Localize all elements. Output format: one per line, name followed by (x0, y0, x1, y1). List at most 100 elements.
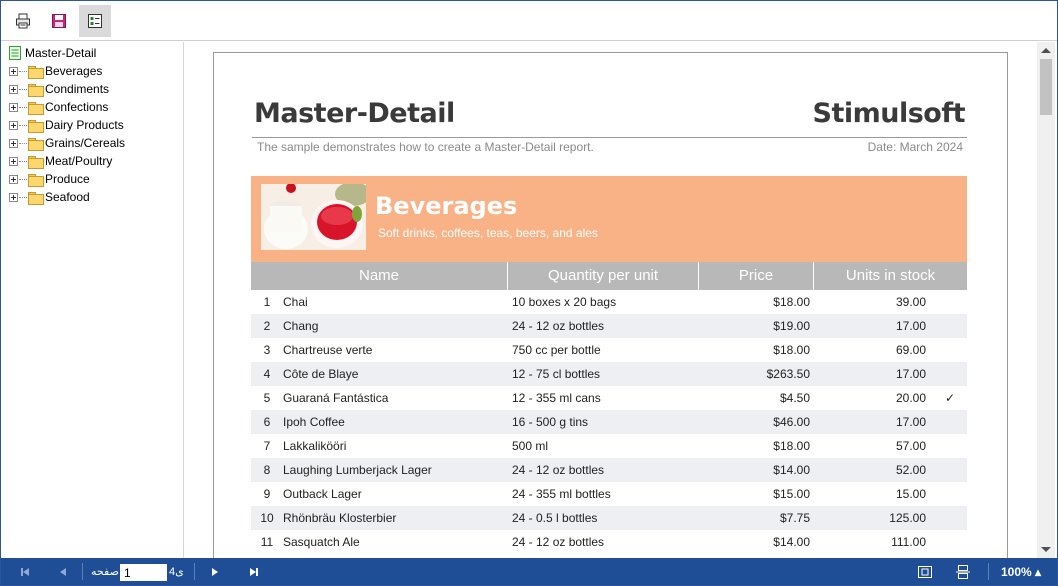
tree-item[interactable]: Dairy Products (9, 117, 124, 133)
units-in-stock: 69.00 (895, 343, 926, 357)
folder-icon (28, 137, 44, 151)
tree-item-label: Grains/Cereals (45, 136, 126, 150)
report-page: Master-Detail Stimulsoft The sample demo… (213, 52, 1008, 558)
row-number: 11 (260, 535, 274, 549)
product-name: Chang (283, 319, 319, 333)
page-label: صفحه (91, 566, 119, 578)
tree-item[interactable]: Meat/Poultry (9, 153, 112, 169)
product-name: Côte de Blaye (283, 367, 359, 381)
product-name: Laughing Lumberjack Lager (283, 463, 432, 477)
separator (82, 563, 83, 580)
scroll-up-icon[interactable] (1041, 48, 1051, 53)
tree-item-label: Condiments (45, 82, 110, 96)
category-header: Beverages Soft drinks, coffees, teas, be… (251, 176, 967, 262)
table-row: 3 Chartreuse verte 750 cc per bottle $18.00… (251, 338, 967, 362)
header-divider (252, 137, 967, 138)
table-row: 6 Ipoh Coffee 16 - 500 g tins $46.00 17.00 (251, 410, 967, 434)
report-subtitle: The sample demonstrates how to create a … (257, 140, 594, 154)
units-in-stock: 15.00 (895, 487, 926, 501)
tree-item[interactable]: Condiments (9, 81, 109, 97)
vertical-scrollbar[interactable] (1037, 42, 1055, 558)
first-page-button[interactable] (13, 558, 37, 585)
product-name: Chartreuse verte (283, 343, 373, 357)
row-number: 8 (263, 463, 271, 477)
single-page-icon (918, 565, 932, 578)
expand-icon[interactable] (9, 84, 18, 94)
page-number-input[interactable] (120, 564, 167, 581)
units-in-stock: 17.00 (895, 319, 926, 333)
units-in-stock: 39.00 (895, 295, 926, 309)
expand-icon[interactable] (9, 102, 18, 112)
report-viewport: Master-Detail Stimulsoft The sample demo… (185, 42, 1037, 558)
expand-icon[interactable] (9, 156, 18, 166)
tree-item[interactable]: Beverages (9, 63, 102, 79)
table-header: Name Quantity per unit Price Units in st… (251, 262, 967, 290)
category-image (261, 184, 366, 250)
row-number: 5 (263, 391, 271, 405)
expand-icon[interactable] (9, 192, 18, 202)
folder-icon (28, 191, 44, 205)
column-header-stock: Units in stock (845, 267, 936, 284)
quantity-per-unit: 12 - 355 ml cans (512, 391, 601, 405)
tree-item[interactable]: Grains/Cereals (9, 135, 125, 151)
tree-item-label: Dairy Products (45, 118, 124, 132)
row-number: 10 (260, 511, 274, 525)
unit-price: $7.75 (779, 511, 810, 525)
folder-icon (28, 173, 44, 187)
next-page-button[interactable] (203, 558, 227, 585)
zoom-dropdown[interactable]: 100% ▴ (1001, 565, 1041, 579)
product-name: Guaraná Fantástica (283, 391, 389, 405)
column-header-quantity: Quantity per unit (508, 262, 699, 290)
quantity-per-unit: 24 - 12 oz bottles (512, 319, 605, 333)
parameters-button[interactable] (79, 5, 111, 37)
last-page-icon (250, 567, 258, 576)
tree-connector (19, 70, 27, 72)
table-row: 7 Lakkalikööri 500 ml $18.00 57.00 (251, 434, 967, 458)
column-header-name: Name (251, 262, 508, 290)
row-number: 2 (263, 319, 271, 333)
tree-root[interactable]: Master-Detail (9, 45, 96, 61)
unit-price: $46.00 (773, 415, 810, 429)
print-button[interactable] (7, 5, 39, 37)
last-page-button[interactable] (242, 558, 266, 585)
first-page-icon (21, 567, 29, 576)
expand-icon[interactable] (9, 174, 18, 184)
tree-item[interactable]: Seafood (9, 189, 90, 205)
toolbar (1, 1, 1057, 41)
report-title: Master-Detail (254, 98, 455, 129)
unit-price: $18.00 (773, 295, 810, 309)
unit-price: $4.50 (779, 391, 810, 405)
next-page-icon (212, 567, 218, 576)
unit-price: $263.50 (766, 367, 810, 381)
units-in-stock: 57.00 (895, 439, 926, 453)
tree-connector (19, 124, 27, 126)
category-description: Soft drinks, coffees, teas, beers, and a… (378, 226, 598, 240)
scroll-down-icon[interactable] (1041, 547, 1051, 552)
previous-page-button[interactable] (51, 558, 75, 585)
category-name: Beverages (375, 192, 518, 220)
table-row: 11 Sasquatch Ale 24 - 12 oz bottles $14.00 1… (251, 530, 967, 554)
continuous-view-button[interactable] (951, 558, 975, 585)
discontinued-check-icon: ✓ (945, 391, 956, 405)
table-row: 2 Chang 24 - 12 oz bottles $19.00 17.00 (251, 314, 967, 338)
bookmarks-tree: Master-Detail Beverages Condiments Confect… (1, 42, 184, 558)
units-in-stock: 111.00 (891, 535, 926, 549)
product-name: Ipoh Coffee (283, 415, 345, 429)
tree-item[interactable]: Produce (9, 171, 90, 187)
row-number: 6 (263, 415, 271, 429)
expand-icon[interactable] (9, 66, 18, 76)
folder-icon (28, 155, 44, 169)
navigation-bar: صفحه 4ی 100% ▴ (1, 558, 1057, 585)
expand-icon[interactable] (9, 120, 18, 130)
single-page-view-button[interactable] (913, 558, 937, 585)
expand-icon[interactable] (9, 138, 18, 148)
tree-connector (19, 196, 27, 198)
folder-icon (28, 65, 44, 79)
tree-item-label: Produce (45, 172, 90, 186)
save-button[interactable] (43, 5, 75, 37)
scroll-thumb[interactable] (1040, 59, 1052, 115)
unit-price: $14.00 (773, 463, 810, 477)
print-icon (16, 13, 30, 29)
product-name: Sasquatch Ale (283, 535, 360, 549)
tree-item[interactable]: Confections (9, 99, 108, 115)
